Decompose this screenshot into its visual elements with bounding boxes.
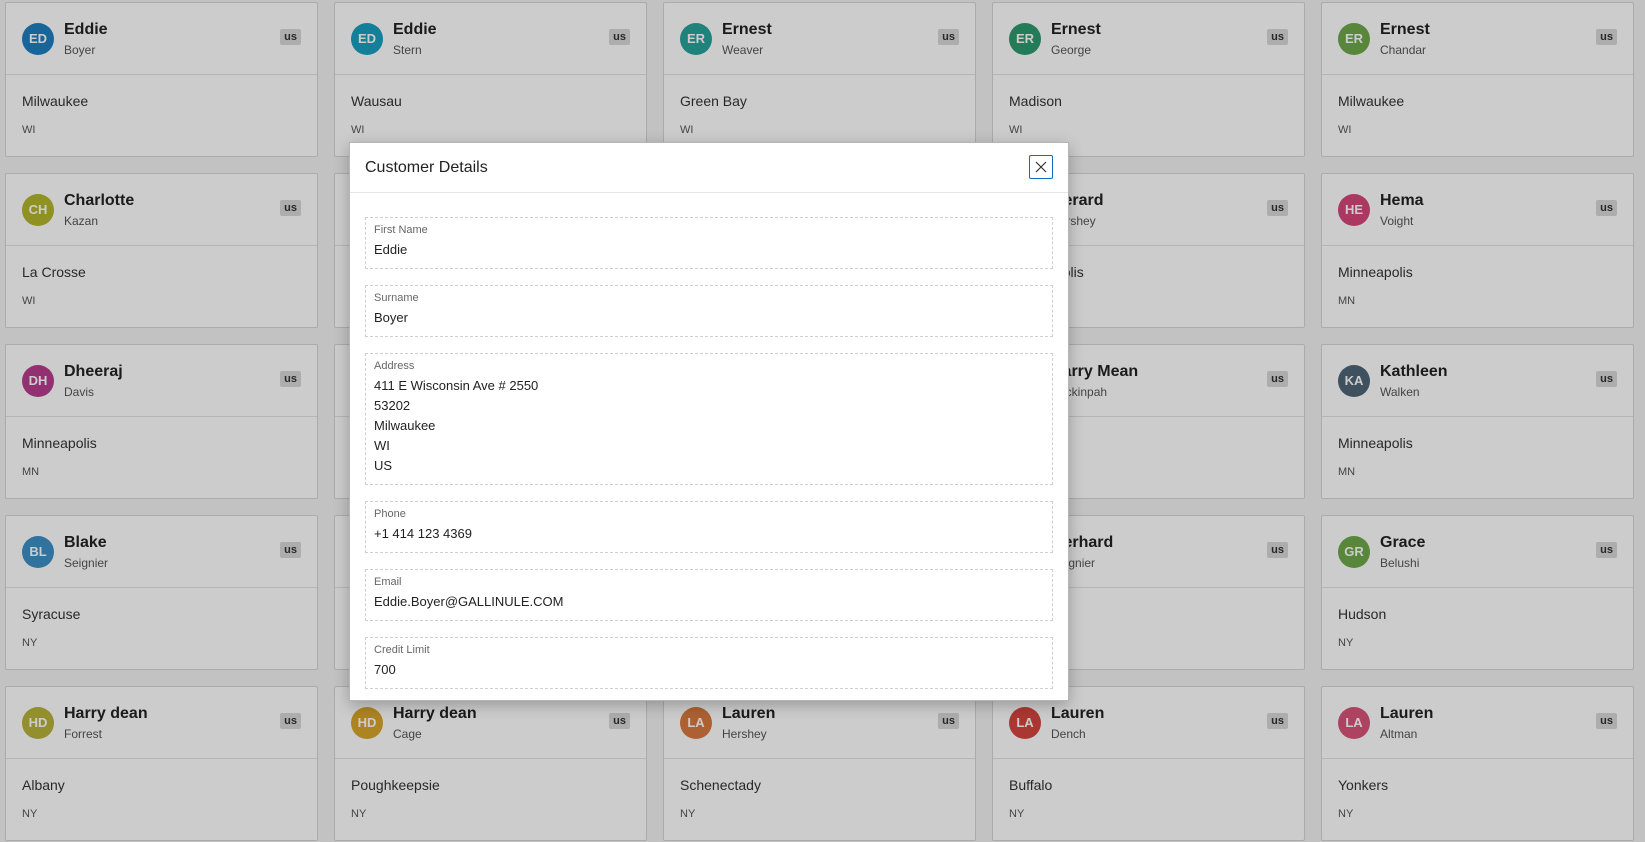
field-value-line[interactable]: Eddie: [374, 240, 1044, 260]
field-value-line[interactable]: 53202: [374, 396, 1044, 416]
field-label: Phone: [374, 508, 406, 520]
field-label: Surname: [374, 292, 419, 304]
field-value: 411 E Wisconsin Ave # 2550 53202 Milwaukee…: [374, 376, 1044, 476]
field-value: Eddie: [374, 240, 1044, 260]
field-value-line[interactable]: WI: [374, 436, 1044, 456]
field-value: Boyer: [374, 308, 1044, 328]
detail-field: Address 411 E Wisconsin Ave # 2550 53202 M…: [365, 353, 1053, 485]
field-label: Address: [374, 360, 415, 372]
field-value: 700: [374, 660, 1044, 680]
field-value-line[interactable]: Eddie.Boyer@GALLINULE.COM: [374, 592, 1044, 612]
field-value-line[interactable]: +1 414 123 4369: [374, 524, 1044, 544]
dialog-header: Customer Details: [350, 143, 1068, 193]
detail-field: First Name Eddie: [365, 217, 1053, 269]
field-value-line[interactable]: 700: [374, 660, 1044, 680]
close-icon: [1035, 161, 1047, 173]
field-value-line[interactable]: Boyer: [374, 308, 1044, 328]
dialog-title: Customer Details: [365, 158, 488, 176]
field-value-line[interactable]: Milwaukee: [374, 416, 1044, 436]
dialog-body: First Name Eddie Surname Boyer Address 4…: [350, 193, 1068, 689]
field-value: Eddie.Boyer@GALLINULE.COM: [374, 592, 1044, 612]
field-value: +1 414 123 4369: [374, 524, 1044, 544]
detail-field: Surname Boyer: [365, 285, 1053, 337]
detail-field: Email Eddie.Boyer@GALLINULE.COM: [365, 569, 1053, 621]
field-label: Credit Limit: [374, 644, 430, 656]
field-value-line[interactable]: 411 E Wisconsin Ave # 2550: [374, 376, 1044, 396]
customer-details-dialog: Customer Details First Name Eddie Surnam…: [349, 142, 1069, 701]
field-value-line[interactable]: US: [374, 456, 1044, 476]
detail-field: Phone +1 414 123 4369: [365, 501, 1053, 553]
detail-field: Credit Limit 700: [365, 637, 1053, 689]
field-label: Email: [374, 576, 402, 588]
close-button[interactable]: [1029, 155, 1053, 179]
field-label: First Name: [374, 224, 428, 236]
